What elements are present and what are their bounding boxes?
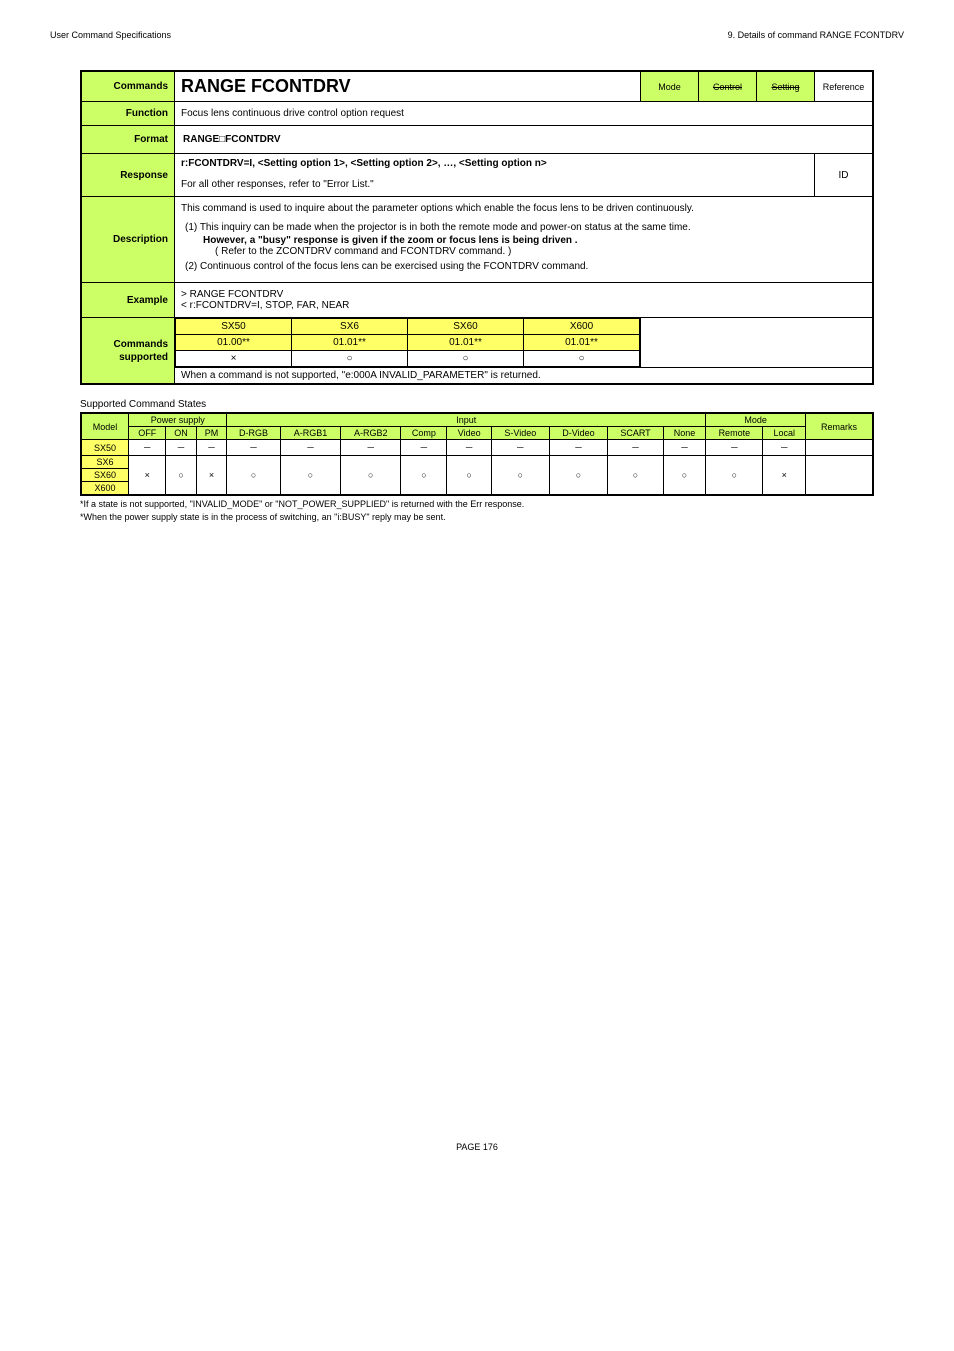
response-line2: For all other responses, refer to "Error… bbox=[175, 173, 815, 197]
example-label: Example bbox=[81, 283, 175, 318]
function-text: Focus lens continuous drive control opti… bbox=[175, 102, 874, 126]
table-cell: － bbox=[763, 440, 806, 456]
table-cell: ○ bbox=[706, 456, 763, 496]
table-cell: ○ bbox=[549, 456, 608, 496]
table-cell: ○ bbox=[280, 456, 340, 496]
table-cell: × bbox=[196, 456, 226, 496]
table-row-model: SX60 bbox=[81, 469, 129, 482]
example-content: > RANGE FCONTDRV < r:FCONTDRV=I, STOP, F… bbox=[175, 283, 874, 318]
badge-mode: Mode bbox=[641, 71, 699, 102]
table-row-model: SX50 bbox=[81, 440, 129, 456]
table-cell bbox=[806, 456, 874, 496]
supported-note: When a command is not supported, "e:000A… bbox=[175, 368, 874, 385]
badge-control: Control bbox=[699, 71, 757, 102]
table-row-model: SX6 bbox=[81, 456, 129, 469]
table-cell: － bbox=[663, 440, 705, 456]
table-cell: － bbox=[227, 440, 281, 456]
states-table: Model Power supply Input Mode Remarks OF… bbox=[80, 412, 874, 496]
response-line1: r:FCONTDRV=I, <Setting option 1>, <Setti… bbox=[175, 154, 815, 174]
table-cell: － bbox=[280, 440, 340, 456]
commands-label: Commands bbox=[81, 71, 175, 102]
table-cell: ○ bbox=[447, 456, 491, 496]
table-cell: × bbox=[763, 456, 806, 496]
table-cell: ○ bbox=[663, 456, 705, 496]
table-cell: － bbox=[129, 440, 166, 456]
footnote-2: *When the power supply state is in the p… bbox=[80, 512, 874, 522]
response-id: ID bbox=[815, 154, 874, 197]
table-cell: ○ bbox=[166, 456, 196, 496]
table-cell: ○ bbox=[401, 456, 447, 496]
table-cell: × bbox=[129, 456, 166, 496]
table-cell: － bbox=[706, 440, 763, 456]
supported-models-table: SX50 SX6 SX60 X600 01.00** 01.01** 01.01… bbox=[175, 318, 640, 367]
table-cell: － bbox=[196, 440, 226, 456]
states-caption: Supported Command States bbox=[80, 399, 874, 410]
function-label: Function bbox=[81, 102, 175, 126]
badge-reference: Reference bbox=[815, 71, 874, 102]
page-number: PAGE 176 bbox=[0, 1142, 954, 1152]
command-name: RANGE FCONTDRV bbox=[175, 71, 641, 102]
footnote-1: *If a state is not supported, "INVALID_M… bbox=[80, 499, 874, 509]
table-cell bbox=[806, 440, 874, 456]
header-right: 9. Details of command RANGE FCONTDRV bbox=[728, 30, 904, 40]
format-text: RANGE□FCONTDRV bbox=[175, 126, 874, 154]
format-label: Format bbox=[81, 126, 175, 154]
table-cell: － bbox=[549, 440, 608, 456]
badge-setting: Setting bbox=[757, 71, 815, 102]
description-label: Description bbox=[81, 197, 175, 283]
response-label: Response bbox=[81, 154, 175, 197]
command-table: Commands RANGE FCONTDRV Mode Control Set… bbox=[80, 70, 874, 385]
table-cell: － bbox=[401, 440, 447, 456]
table-row-model: X600 bbox=[81, 482, 129, 496]
header-left: User Command Specifications bbox=[50, 30, 171, 40]
table-cell: － bbox=[341, 440, 401, 456]
table-cell: － bbox=[608, 440, 664, 456]
table-cell: － bbox=[166, 440, 196, 456]
supported-label: Commands supported bbox=[81, 318, 175, 385]
table-cell: － bbox=[447, 440, 491, 456]
table-cell: ○ bbox=[491, 456, 549, 496]
table-cell: ○ bbox=[341, 456, 401, 496]
table-cell: － bbox=[491, 440, 549, 456]
description-content: This command is used to inquire about th… bbox=[175, 197, 874, 283]
table-cell: ○ bbox=[227, 456, 281, 496]
table-cell: ○ bbox=[608, 456, 664, 496]
